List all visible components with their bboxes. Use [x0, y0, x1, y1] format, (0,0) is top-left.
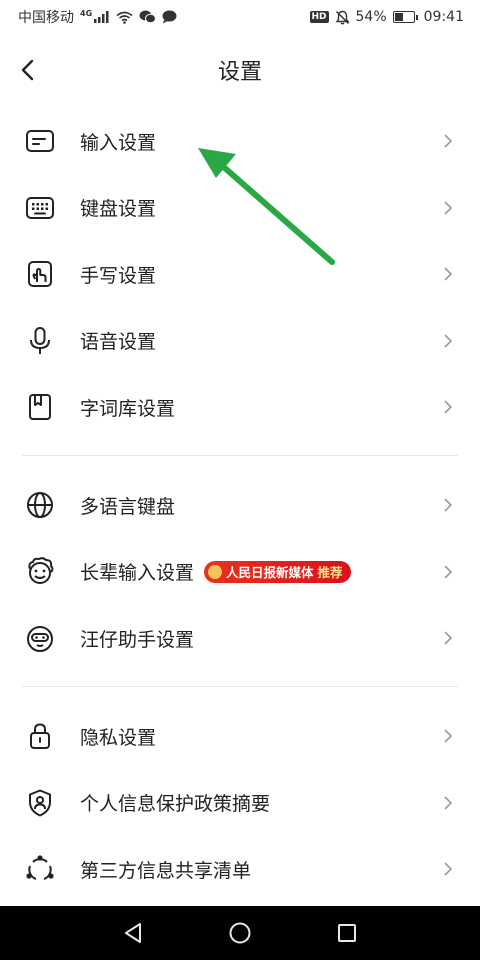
settings-item-policy-summary[interactable]: 个人信息保护政策摘要	[0, 770, 480, 837]
badge-highlight: 推荐	[317, 565, 343, 581]
settings-item-label: 手写设置	[80, 264, 157, 287]
signal-icon	[94, 11, 110, 23]
keyboard-icon	[24, 192, 56, 224]
wechat-icon	[139, 10, 157, 24]
settings-group-language: 多语言键盘 长辈输入设置 人民日报新媒体 推荐 汪仔助手设置	[0, 472, 480, 672]
network-type: 4G	[80, 8, 93, 18]
battery-percent: 54%	[355, 9, 387, 25]
settings-item-label: 长辈输入设置	[80, 562, 195, 585]
shield-user-icon	[24, 787, 56, 819]
chevron-right-icon	[440, 795, 456, 811]
settings-item-label: 多语言键盘	[80, 495, 176, 518]
nav-home-button[interactable]	[220, 913, 260, 953]
settings-group-basic: 输入设置 键盘设置 手写设置 语音设置 字词库设置	[0, 108, 480, 441]
message-icon	[162, 10, 177, 24]
wifi-icon	[116, 11, 133, 24]
battery-icon	[392, 11, 418, 23]
settings-item-label: 字词库设置	[80, 397, 176, 420]
chevron-right-icon	[440, 399, 456, 415]
chevron-right-icon	[440, 200, 456, 216]
chevron-left-icon	[21, 59, 34, 81]
status-right: HD 54% 09:41	[309, 9, 464, 25]
chevron-right-icon	[440, 861, 456, 877]
settings-item-label: 输入设置	[80, 131, 157, 154]
settings-item-label: 第三方信息共享清单	[80, 859, 252, 882]
settings-item-third-party[interactable]: 第三方信息共享清单	[0, 836, 480, 903]
settings-item-label: 键盘设置	[80, 198, 157, 221]
settings-item-privacy[interactable]: 隐私设置	[0, 703, 480, 770]
settings-group-privacy: 隐私设置 个人信息保护政策摘要 第三方信息共享清单	[0, 703, 480, 903]
settings-item-dictionary[interactable]: 字词库设置	[0, 374, 480, 441]
badge-source: 人民日报新媒体	[226, 565, 314, 581]
status-bar: 中国移动 4G HD 54% 09:41	[0, 0, 480, 34]
nav-back-button[interactable]	[113, 913, 153, 953]
chevron-right-icon	[440, 728, 456, 744]
settings-item-handwriting[interactable]: 手写设置	[0, 241, 480, 308]
chevron-right-icon	[440, 266, 456, 282]
settings-item-multilang[interactable]: 多语言键盘	[0, 472, 480, 539]
settings-item-input[interactable]: 输入设置	[0, 108, 480, 175]
chevron-right-icon	[440, 497, 456, 513]
page-title: 设置	[217, 60, 262, 85]
status-left: 中国移动 4G	[18, 7, 177, 27]
nav-home-icon	[229, 922, 251, 944]
page-header: 设置	[0, 34, 480, 106]
settings-item-label: 语音设置	[80, 331, 157, 354]
input-settings-icon	[24, 125, 56, 157]
dictionary-icon	[24, 391, 56, 423]
chevron-right-icon	[440, 564, 456, 580]
assistant-icon	[24, 622, 56, 654]
back-button[interactable]	[14, 56, 42, 84]
handwriting-icon	[24, 258, 56, 290]
badge-logo-icon	[208, 564, 223, 579]
settings-item-label: 汪仔助手设置	[80, 628, 195, 651]
nav-recents-icon	[337, 924, 356, 942]
settings-item-label: 个人信息保护政策摘要	[80, 793, 271, 816]
settings-item-label: 隐私设置	[80, 726, 157, 749]
share-icon	[24, 853, 56, 885]
settings-item-assistant[interactable]: 汪仔助手设置	[0, 605, 480, 672]
clock: 09:41	[423, 9, 464, 25]
microphone-icon	[24, 325, 56, 357]
hd-icon: HD	[309, 11, 329, 23]
settings-item-elder[interactable]: 长辈输入设置 人民日报新媒体 推荐	[0, 539, 480, 606]
carrier-name: 中国移动	[18, 10, 74, 26]
mute-bell-icon	[335, 10, 350, 25]
globe-icon	[24, 489, 56, 521]
nav-back-icon	[125, 923, 142, 943]
settings-item-voice[interactable]: 语音设置	[0, 308, 480, 375]
section-divider	[22, 455, 458, 456]
system-nav-bar	[0, 906, 480, 960]
lock-icon	[24, 720, 56, 752]
chevron-right-icon	[440, 133, 456, 149]
chevron-right-icon	[440, 630, 456, 646]
settings-item-keyboard[interactable]: 键盘设置	[0, 175, 480, 242]
section-divider	[22, 686, 458, 687]
nav-recents-button[interactable]	[327, 913, 367, 953]
recommend-badge: 人民日报新媒体 推荐	[204, 560, 351, 583]
elder-icon	[24, 556, 56, 588]
chevron-right-icon	[440, 333, 456, 349]
